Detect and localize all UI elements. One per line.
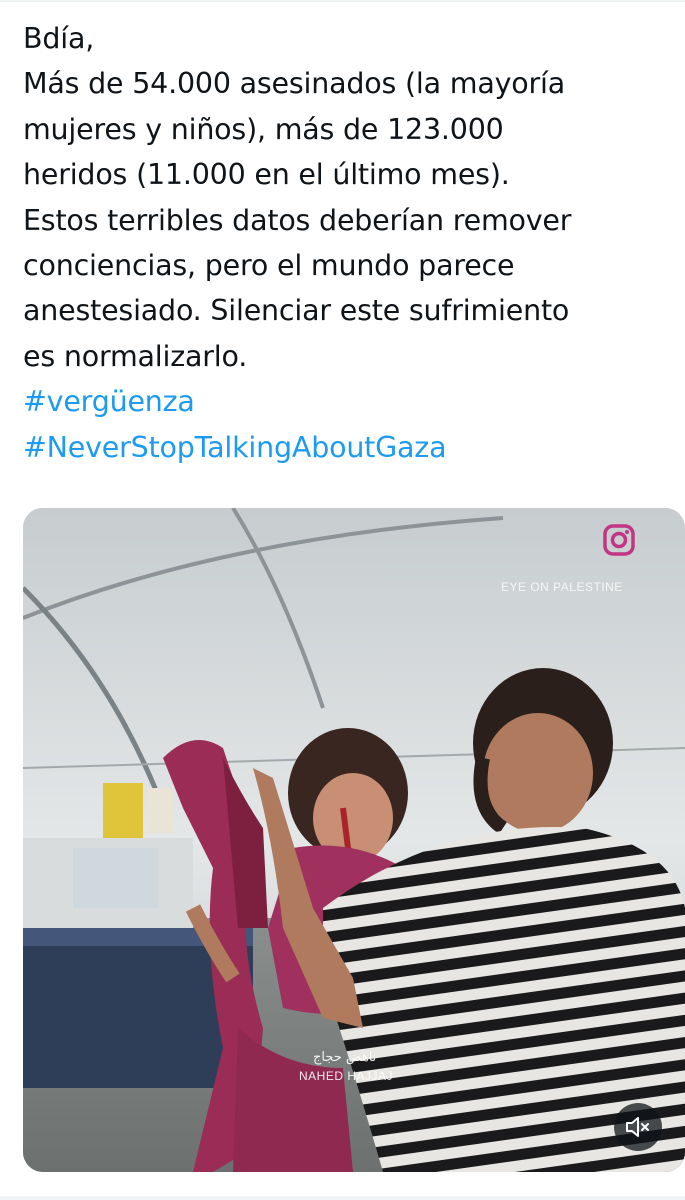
hashtag-link-verguenza[interactable]: #vergüenza (23, 379, 668, 424)
volume-muted-icon (626, 1117, 649, 1137)
video-caption-arabic: ناهض حجاج (313, 1050, 377, 1065)
tweet-line: mujeres y niños), más de 123.000 (23, 112, 504, 146)
tweet-line: anestesiado. Silenciar este sufrimiento (23, 294, 570, 328)
mute-toggle-button[interactable] (614, 1103, 662, 1151)
instagram-icon (603, 524, 635, 556)
tweet-line: Más de 54.000 asesinados (la mayoría (23, 67, 565, 101)
tweet-line: Bdía, (23, 22, 95, 55)
tweet-line: conciencias, pero el mundo parece (23, 249, 515, 283)
top-divider (0, 0, 685, 2)
tweet-line: heridos (11.000 en el último mes). (23, 158, 510, 192)
video-player[interactable]: EYE ON PALESTINE ناهض حجاج NAHED HAJJAJ (23, 508, 685, 1172)
tweet-line: es normalizarlo. (23, 339, 248, 373)
bottom-divider (0, 1196, 685, 1200)
video-caption-name: NAHED HAJJAJ (299, 1069, 394, 1083)
video-watermark: EYE ON PALESTINE (501, 580, 623, 594)
tweet-text: Bdía, Más de 54.000 asesinados (la mayor… (23, 16, 668, 470)
hashtag-link-neverstoptalkingaboutgaza[interactable]: #NeverStopTalkingAboutGaza (23, 425, 668, 470)
tweet-line: Estos terribles datos deberían remover (23, 203, 572, 237)
